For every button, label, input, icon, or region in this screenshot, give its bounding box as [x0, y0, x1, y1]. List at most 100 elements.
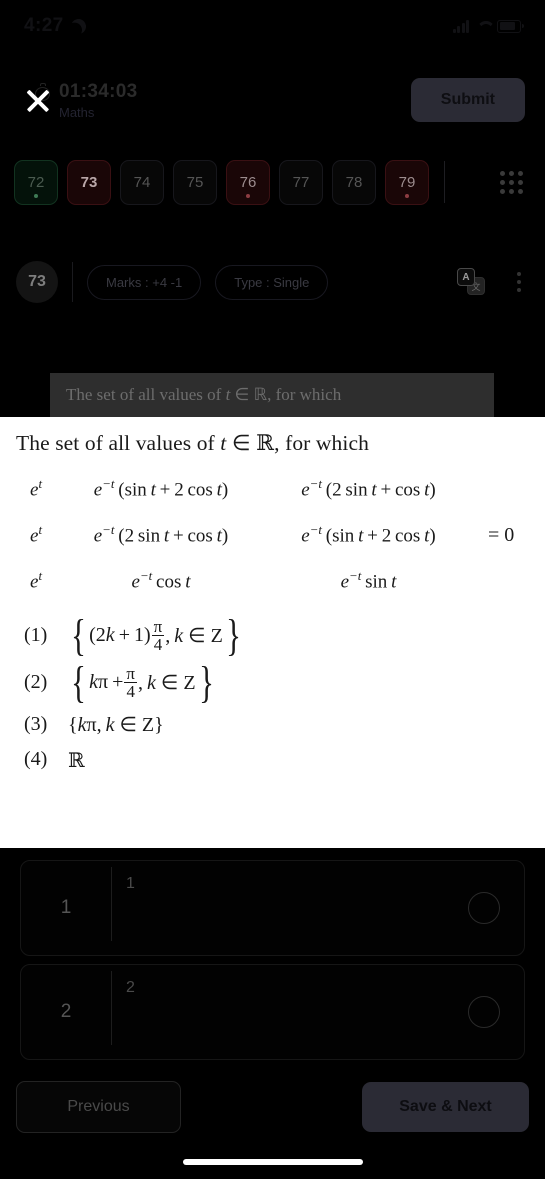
battery-icon: [497, 19, 524, 33]
wifi-icon: [475, 20, 491, 32]
question-stem: The set of all values of t ∈ ℝ, for whic…: [16, 431, 529, 456]
determinant-equals: = 0: [488, 523, 515, 546]
stem-member-symbol: ∈: [226, 431, 257, 455]
more-vertical-icon[interactable]: [517, 272, 521, 292]
chip-status-dot: [34, 193, 38, 198]
question-chip-72[interactable]: 72: [14, 159, 58, 205]
left-brace-icon: {: [71, 611, 86, 661]
chip-number: 72: [27, 173, 45, 191]
determinant-equation: et e−t (sin t + 2 cos t) e−t (2 sin t + …: [22, 466, 529, 604]
det-cell-r2c3: e−t (sin t + 2 cos t): [301, 522, 436, 547]
bg-stem-suffix: , for which: [267, 385, 342, 404]
option-3-expression: {kπ, k ∈ Z}: [68, 713, 164, 736]
chip-number: 74: [133, 173, 151, 191]
det-cell-r3c3: e−t sin t: [340, 568, 397, 593]
question-chip-73[interactable]: 73: [67, 159, 111, 205]
question-chip-77[interactable]: 77: [279, 159, 323, 205]
chip-divider: [444, 161, 445, 203]
translate-icon[interactable]: 文 A: [457, 268, 487, 296]
chip-number: 77: [292, 173, 310, 191]
option-3[interactable]: (3) {kπ, k ∈ Z}: [16, 712, 529, 737]
question-info-bar: 73 Marks : +4 -1 Type : Single 文 A: [0, 252, 545, 312]
close-icon[interactable]: [22, 85, 54, 117]
answer-options-list: 1 1 2 2: [0, 852, 545, 1068]
submit-button[interactable]: Submit: [410, 78, 525, 122]
save-next-button[interactable]: Save & Next: [362, 1082, 529, 1132]
app-header: 01:34:03 Maths Submit: [0, 64, 545, 136]
status-bar-right: [452, 19, 524, 33]
det-cell-r3c2: e−t cos t: [131, 568, 191, 593]
option-4-expression: ℝ: [68, 747, 85, 772]
zoomed-question-overlay[interactable]: The set of all values of t ∈ ℝ, for whic…: [0, 417, 545, 848]
question-chip-75[interactable]: 75: [173, 159, 217, 205]
chip-number: 73: [80, 173, 98, 191]
chip-number: 75: [186, 173, 204, 191]
bg-stem-prefix: The set of all values of: [66, 385, 226, 404]
right-brace-icon: }: [198, 658, 214, 708]
question-chip-79[interactable]: 79: [385, 159, 429, 205]
det-cell-r1c3: e−t (2 sin t + cos t): [301, 476, 436, 501]
option-4-label: (4): [24, 748, 48, 771]
answer-row-1-index: 1: [60, 897, 72, 918]
status-bar: 4:27: [0, 0, 545, 52]
stem-set-symbol: ℝ: [256, 431, 275, 456]
question-chip-74[interactable]: 74: [120, 159, 164, 205]
question-number-badge: 73: [16, 261, 58, 303]
option-2-label: (2): [24, 671, 48, 694]
marks-pill: Marks : +4 -1: [87, 264, 202, 300]
option-1-expression: { (2k + 1) π4 , k ∈ Z }: [71, 611, 241, 661]
bg-stem-member: ∈: [230, 385, 254, 404]
left-brace-icon: {: [71, 658, 86, 708]
chip-number: 78: [345, 173, 363, 191]
stem-suffix: , for which: [274, 431, 369, 455]
type-pill: Type : Single: [215, 264, 329, 300]
grid-icon[interactable]: [500, 170, 523, 194]
det-cell-r2c2: e−t (2 sin t + cos t): [93, 522, 229, 547]
determinant-rows: et e−t (sin t + 2 cos t) e−t (2 sin t + …: [30, 466, 471, 604]
answer-row-2[interactable]: 2 2: [20, 964, 525, 1060]
det-cell-r1c1: et: [30, 476, 43, 501]
translate-icon-primary: A: [457, 268, 475, 286]
footer-nav: Previous Save & Next: [0, 1081, 545, 1133]
determinant-row: et e−t cos t e−t sin t: [30, 558, 471, 604]
fraction-pi-over-4: π4: [151, 617, 165, 654]
info-divider: [72, 262, 73, 302]
answer-radio-2[interactable]: [468, 996, 500, 1028]
option-2-expression: { kπ + π4 , k ∈ Z }: [71, 658, 214, 708]
option-1-label: (1): [24, 624, 48, 647]
det-cell-r1c2: e−t (sin t + 2 cos t): [93, 476, 229, 501]
answer-row-2-index: 2: [60, 1001, 72, 1022]
chip-number: 79: [398, 173, 416, 191]
question-chip-78[interactable]: 78: [332, 159, 376, 205]
answer-row-2-label: 2: [126, 979, 135, 996]
question-chip-bar[interactable]: 72 73 74 75 76 77 78 79: [0, 152, 545, 212]
determinant-row: et e−t (sin t + 2 cos t) e−t (2 sin t + …: [30, 466, 471, 512]
question-chip-76[interactable]: 76: [226, 159, 270, 205]
det-cell-r2c1: et: [30, 522, 43, 547]
det-cell-r3c1: et: [30, 568, 43, 593]
chip-status-dot: [246, 193, 250, 198]
home-indicator: [182, 1159, 363, 1165]
option-4[interactable]: (4) ℝ: [16, 748, 529, 772]
bg-stem-set: ℝ: [253, 385, 268, 404]
moon-icon: [69, 16, 88, 35]
options-list: (1) { (2k + 1) π4 , k ∈ Z } (2) { kπ + π…: [16, 611, 529, 772]
right-brace-icon: }: [225, 611, 241, 661]
previous-button[interactable]: Previous: [16, 1081, 181, 1133]
exam-screen: 4:27 01:34:03 Maths Submit 72 73 74 75 7…: [0, 0, 545, 1179]
answer-row-1-body: 1: [112, 861, 524, 955]
answer-row-1-label: 1: [126, 875, 135, 892]
answer-radio-1[interactable]: [468, 892, 500, 924]
status-time: 4:27: [24, 15, 64, 36]
signal-icon: [452, 19, 469, 33]
chip-status-dot: [405, 193, 409, 198]
answer-row-2-body: 2: [112, 965, 524, 1059]
chip-number: 76: [239, 173, 257, 191]
timer-text: 01:34:03: [59, 80, 138, 102]
option-1[interactable]: (1) { (2k + 1) π4 , k ∈ Z }: [16, 611, 529, 661]
answer-row-1[interactable]: 1 1: [20, 860, 525, 956]
determinant-row: et e−t (2 sin t + cos t) e−t (sin t + 2 …: [30, 512, 471, 558]
option-3-label: (3): [24, 712, 48, 735]
option-2[interactable]: (2) { kπ + π4 , k ∈ Z }: [16, 658, 529, 708]
stem-prefix: The set of all values of: [16, 431, 221, 455]
